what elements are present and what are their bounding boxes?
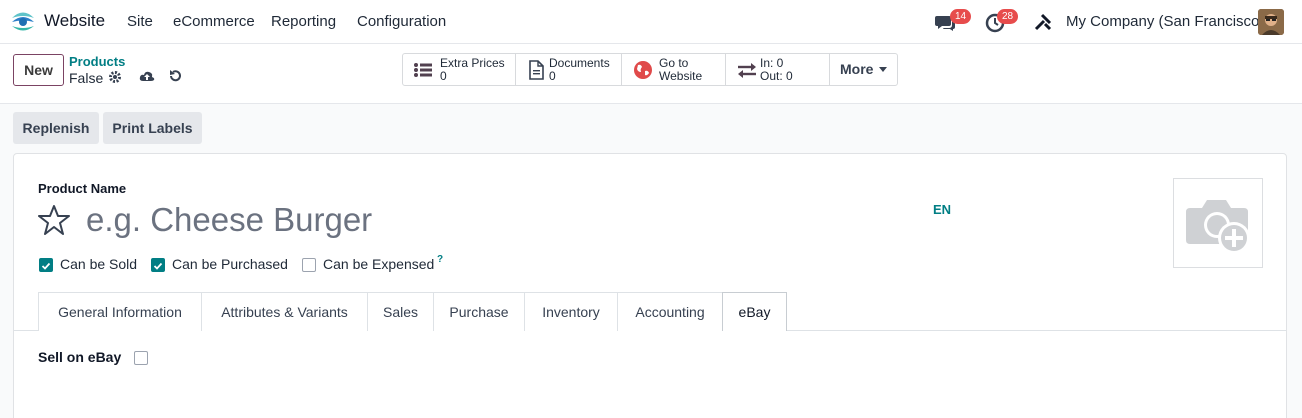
product-name-label: Product Name [38,181,127,196]
menu-reporting[interactable]: Reporting [271,13,336,30]
product-name-input[interactable] [86,198,846,242]
can-be-purchased-label[interactable]: Can be Purchased [172,256,288,272]
camera-add-icon [1186,200,1250,254]
sell-on-ebay-label: Sell on eBay [38,349,122,365]
control-panel: New Products False Extra Prices 0 Docume… [0,44,1302,104]
out-count-label: Out: 0 [760,69,793,83]
gear-icon[interactable] [108,70,122,84]
menu-ecommerce[interactable]: eCommerce [173,13,255,30]
documents-count: 0 [549,69,556,83]
app-name[interactable]: Website [44,11,105,31]
tab-ebay[interactable]: eBay [722,292,787,331]
transfer-arrows-icon [738,63,756,78]
tab-inventory[interactable]: Inventory [524,292,618,331]
documents-button[interactable]: Documents 0 [516,54,622,85]
extra-prices-button[interactable]: Extra Prices 0 [403,54,516,85]
activities-count-badge: 28 [997,9,1019,24]
tab-accounting[interactable]: Accounting [617,292,723,331]
company-switcher[interactable]: My Company (San Francisco) [1066,13,1264,30]
breadcrumb-products[interactable]: Products [69,54,125,69]
form-sheet: Product Name EN Can be Sold Can be Purch… [13,153,1287,418]
in-out-moves-button[interactable]: In: 0 Out: 0 [726,54,830,85]
can-be-expensed-label[interactable]: Can be Expensed [323,256,434,272]
smart-buttons-group: Extra Prices 0 Documents 0 Go to Website [402,53,898,86]
extra-prices-count: 0 [440,69,447,83]
can-be-purchased-checkbox[interactable] [151,258,165,272]
tab-general-information[interactable]: General Information [38,292,202,331]
in-count-label: In: 0 [760,56,784,70]
go-to-website-button[interactable]: Go to Website [622,54,726,85]
check-icon [153,262,163,270]
check-icon [41,262,51,270]
cloud-upload-save-icon[interactable] [139,69,155,83]
more-dropdown-button[interactable]: More [830,54,898,85]
replenish-button[interactable]: Replenish [13,112,99,144]
tab-attributes-variants[interactable]: Attributes & Variants [201,292,368,331]
tools-debug-icon[interactable] [1034,13,1052,31]
language-toggle[interactable]: EN [933,202,951,217]
website-app-logo-icon[interactable] [10,9,36,35]
discard-undo-icon[interactable] [168,69,182,83]
can-be-sold-checkbox[interactable] [39,258,53,272]
tab-purchase[interactable]: Purchase [433,292,525,331]
record-name: False [69,70,104,86]
menu-configuration[interactable]: Configuration [357,13,446,30]
favorite-star-icon[interactable] [38,204,70,236]
globe-icon [634,61,652,79]
website-label: Website [659,69,703,83]
caret-down-icon [879,67,887,72]
print-labels-button[interactable]: Print Labels [103,112,202,144]
list-icon [414,63,432,77]
go-to-label: Go to [659,56,689,70]
new-button[interactable]: New [13,54,64,86]
can-be-expensed-checkbox[interactable] [302,258,316,272]
messages-count-badge: 14 [950,9,972,24]
sell-on-ebay-checkbox[interactable] [134,351,148,365]
tab-sales[interactable]: Sales [367,292,434,331]
can-be-sold-label[interactable]: Can be Sold [60,256,137,272]
user-avatar[interactable] [1258,9,1284,35]
more-label: More [840,61,874,77]
documents-label: Documents [549,56,610,70]
menu-site[interactable]: Site [127,13,153,30]
top-navbar: Website Site eCommerce Reporting Configu… [0,0,1302,44]
extra-prices-label: Extra Prices [440,56,505,70]
help-tooltip-icon[interactable]: ? [437,254,443,265]
product-image-upload[interactable] [1173,178,1263,268]
document-icon [529,60,544,80]
